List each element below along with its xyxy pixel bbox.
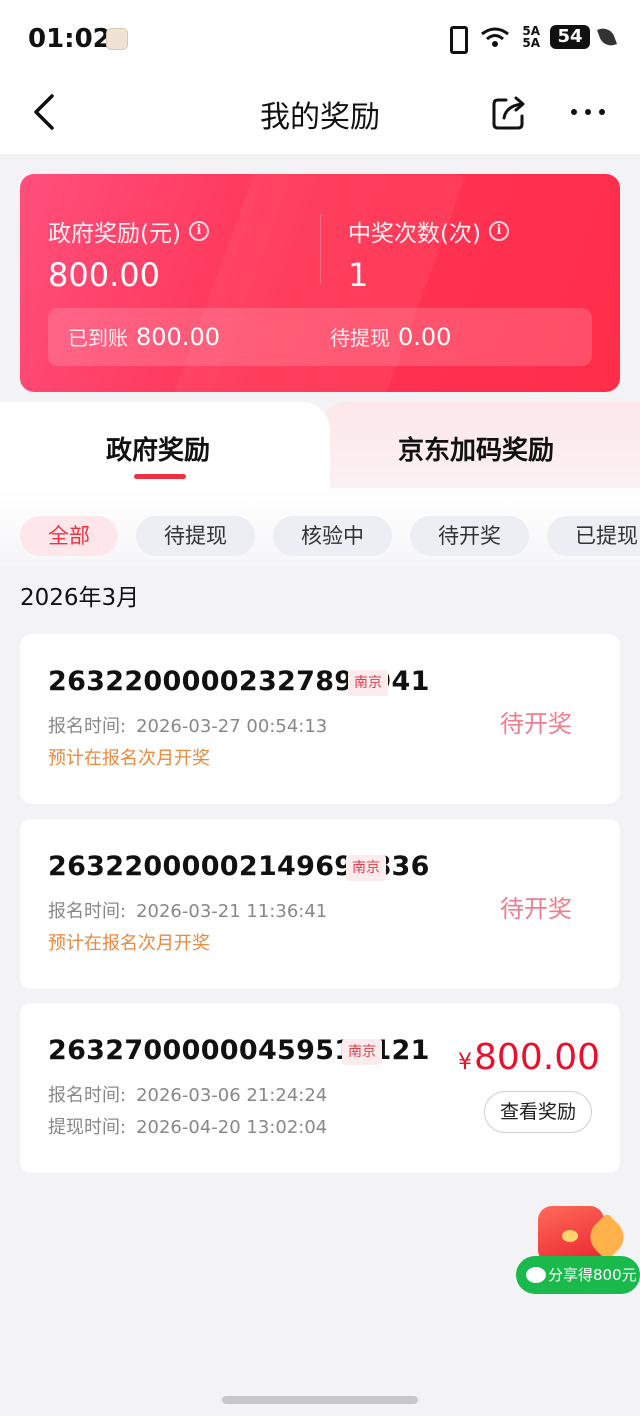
filter-chip-withdrawn[interactable]: 已提现: [547, 516, 640, 556]
currency-symbol: ¥: [458, 1050, 473, 1075]
reward-record-card[interactable]: 26322000002327894941 南京 报名时间: 2026-03-27 …: [20, 634, 620, 804]
received-label: 已到账: [68, 326, 128, 350]
nav-bar: 我的奖励: [0, 78, 640, 154]
signup-time-row: 报名时间: 2026-03-27 00:54:13: [48, 712, 327, 738]
city-badge: 南京: [342, 1039, 382, 1065]
notification-app-icon: [106, 28, 128, 50]
battery-icon: 54: [550, 25, 590, 49]
signup-time-label: 报名时间:: [48, 1085, 127, 1106]
home-indicator[interactable]: [222, 1396, 418, 1404]
share-label: 分享得800元: [548, 1266, 637, 1284]
chevron-left-icon: [34, 94, 54, 130]
filter-chip-pending-draw[interactable]: 待开奖: [410, 516, 529, 556]
share-reward-float[interactable]: 分享得800元: [516, 1206, 640, 1298]
withdraw-time-value: 2026-04-20 13:02:04: [136, 1117, 328, 1138]
summary-divider: [320, 214, 321, 284]
wifi-icon: [478, 24, 512, 50]
draw-note: 预计在报名次月开奖: [48, 933, 210, 954]
withdraw-time-label: 提现时间:: [48, 1117, 127, 1138]
page-title: 我的奖励: [260, 100, 380, 135]
amount-value: 800.00: [474, 1037, 600, 1078]
record-status: 待开奖: [500, 710, 572, 738]
share-pill[interactable]: 分享得800元: [516, 1256, 640, 1294]
signup-time-label: 报名时间:: [48, 901, 127, 922]
back-button[interactable]: [28, 92, 68, 136]
pending-amount: 待提现 0.00: [330, 322, 451, 351]
filter-chip-to-withdraw[interactable]: 待提现: [136, 516, 255, 556]
signup-time-row: 报名时间: 2026-03-21 11:36:41: [48, 897, 327, 923]
wechat-icon: [526, 1267, 546, 1283]
pending-label: 待提现: [330, 326, 390, 350]
city-badge: 南京: [348, 670, 388, 696]
tab-gov-reward-label: 政府奖励: [106, 436, 211, 466]
filter-chip-all[interactable]: 全部: [20, 516, 118, 556]
signup-time-value: 2026-03-21 11:36:41: [136, 901, 328, 922]
win-count-label-row: 中奖次数(次) i: [348, 214, 509, 248]
gov-reward-label-row: 政府奖励(元) i: [48, 214, 209, 248]
reward-record-card[interactable]: 26322000002149691836 南京 报名时间: 2026-03-21 …: [20, 819, 620, 989]
pending-value: 0.00: [398, 323, 452, 351]
more-dots-icon: [571, 109, 605, 115]
reward-summary-card: 政府奖励(元) i 800.00 中奖次数(次) i 1 已到账 800.00 待…: [20, 174, 620, 392]
reward-record-card[interactable]: 26327000000459519121 南京 报名时间: 2026-03-06 …: [20, 1003, 620, 1173]
status-icons: 5A 5A 54: [444, 24, 617, 54]
vibrate-icon: [444, 24, 469, 54]
info-icon[interactable]: i: [488, 221, 509, 241]
reward-tabs: 京东加码奖励 政府奖励: [0, 402, 640, 500]
reward-amount: ¥800.00: [458, 1037, 600, 1078]
tab-jd-bonus-label: 京东加码奖励: [398, 436, 555, 466]
share-button[interactable]: [488, 92, 530, 134]
filter-chip-verifying[interactable]: 核验中: [273, 516, 392, 556]
eco-leaf-icon: [597, 25, 617, 49]
received-amount: 已到账 800.00: [68, 322, 220, 351]
share-icon: [492, 96, 525, 130]
view-reward-button[interactable]: 查看奖励: [484, 1091, 592, 1133]
tab-gov-reward[interactable]: 政府奖励: [0, 402, 330, 500]
draw-note: 预计在报名次月开奖: [48, 748, 210, 769]
gov-reward-value: 800.00: [48, 256, 160, 294]
record-status: 待开奖: [500, 895, 572, 923]
withdraw-time-row: 提现时间: 2026-04-20 13:02:04: [48, 1113, 327, 1139]
month-header: 2026年3月: [20, 585, 140, 611]
active-tab-indicator: [134, 474, 186, 479]
win-count-value: 1: [348, 256, 369, 294]
signup-time-label: 报名时间:: [48, 716, 127, 737]
more-options-button[interactable]: [566, 92, 610, 134]
tab-jd-bonus[interactable]: 京东加码奖励: [320, 402, 640, 500]
status-filter-bar: 全部 待提现 核验中 待开奖 已提现: [20, 516, 640, 556]
status-time: 01:02: [28, 24, 111, 54]
network-type-2: 5A: [522, 36, 540, 50]
info-icon[interactable]: i: [188, 221, 209, 241]
win-count-label: 中奖次数(次): [348, 221, 481, 247]
cellular-signal-icon: 5A 5A: [522, 25, 540, 49]
city-badge: 南京: [346, 855, 386, 881]
balance-breakdown: 已到账 800.00 待提现 0.00: [48, 308, 592, 366]
signup-time-value: 2026-03-06 21:24:24: [136, 1085, 328, 1106]
received-value: 800.00: [136, 323, 220, 351]
status-bar: 01:02 5A 5A 54: [0, 0, 640, 78]
gov-reward-label: 政府奖励(元): [48, 221, 181, 247]
signup-time-row: 报名时间: 2026-03-06 21:24:24: [48, 1081, 327, 1107]
signup-time-value: 2026-03-27 00:54:13: [136, 716, 328, 737]
